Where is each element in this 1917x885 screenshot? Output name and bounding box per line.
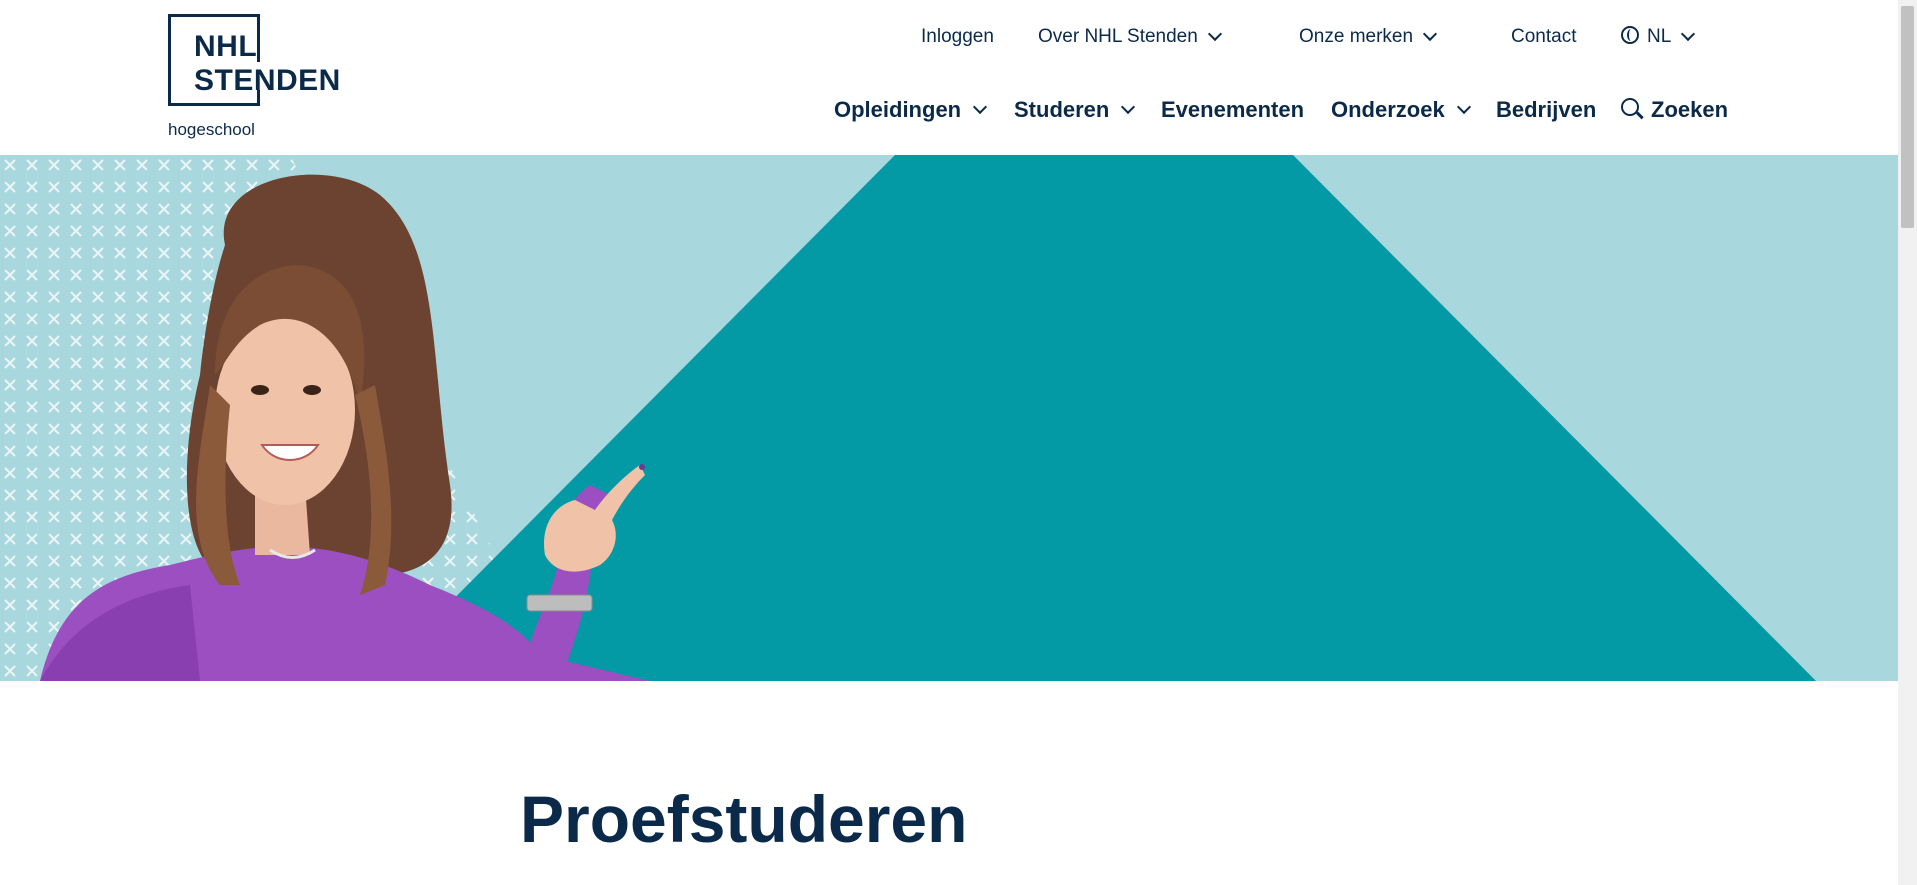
language-selector[interactable]: NL [1621, 26, 1696, 48]
globe-icon [1621, 26, 1639, 44]
scrollbar-thumb[interactable] [1901, 6, 1914, 228]
search-icon [1621, 98, 1639, 116]
page-title: Proefstuderen [520, 782, 968, 856]
logo-subtitle: hogeschool [168, 120, 255, 139]
student-photo [40, 174, 650, 681]
nav-evenementen[interactable]: Evenementen [1161, 97, 1304, 123]
chevron-down-icon [1207, 26, 1222, 42]
chevron-down-icon [1422, 26, 1438, 42]
main-navigation: Opleidingen Studeren Evenementen Onderzo… [834, 97, 1734, 127]
chevron-down-icon [1681, 26, 1696, 42]
about-dropdown[interactable]: Over NHL Stenden [1038, 26, 1222, 48]
hero-banner [0, 155, 1898, 681]
logo-text-stenden: STENDEN [194, 64, 341, 97]
nav-bedrijven[interactable]: Bedrijven [1496, 97, 1596, 123]
top-navigation: Inloggen Over NHL Stenden Onze merken Co… [900, 26, 1720, 52]
nhl-stenden-logo[interactable]: NHL STENDEN hogeschool [168, 14, 341, 144]
search-button[interactable]: Zoeken [1621, 97, 1728, 123]
vertical-scrollbar[interactable] [1898, 0, 1917, 885]
site-header: NHL STENDEN hogeschool Inloggen Over NHL… [0, 0, 1898, 155]
logo-text-nhl: NHL [194, 30, 258, 63]
login-link[interactable]: Inloggen [921, 26, 994, 48]
chevron-down-icon [1121, 99, 1136, 115]
nav-studeren[interactable]: Studeren [1014, 97, 1136, 123]
contact-link[interactable]: Contact [1511, 26, 1576, 48]
brands-dropdown[interactable]: Onze merken [1299, 26, 1438, 48]
chevron-down-icon [973, 99, 988, 115]
nav-onderzoek[interactable]: Onderzoek [1331, 97, 1471, 123]
nav-opleidingen[interactable]: Opleidingen [834, 97, 988, 123]
chevron-down-icon [1456, 99, 1471, 115]
